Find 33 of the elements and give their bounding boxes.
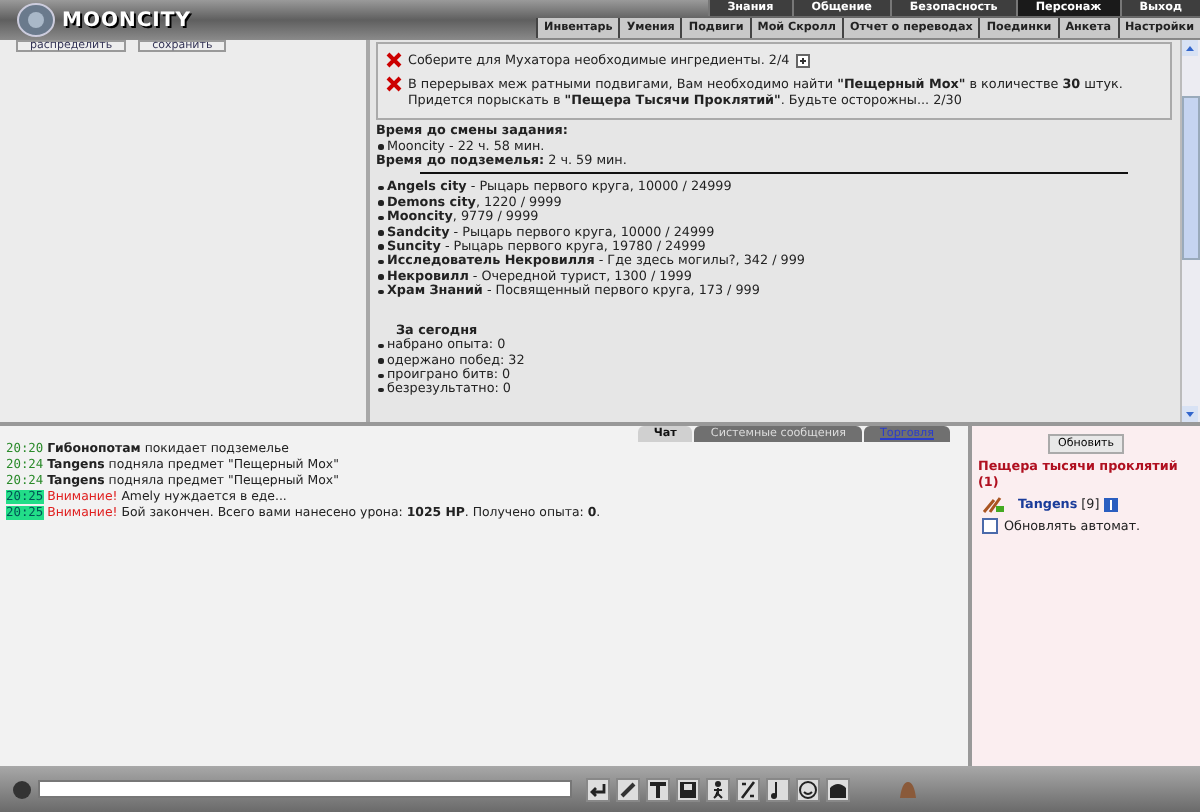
bullet-icon — [378, 274, 383, 280]
checkbox[interactable] — [982, 518, 998, 534]
fighters-icon — [982, 494, 1006, 514]
bullet-icon — [378, 200, 383, 206]
scroll-down-icon[interactable] — [1182, 406, 1198, 422]
scrollbar[interactable] — [1180, 40, 1200, 422]
smile-icon[interactable] — [796, 777, 820, 801]
chat-input[interactable] — [38, 780, 572, 798]
bullet-icon — [378, 185, 383, 191]
enter-icon[interactable] — [586, 777, 610, 801]
person-icon[interactable] — [706, 777, 730, 801]
logo-text: MOONCITY — [62, 9, 191, 31]
bullet-icon — [378, 230, 383, 236]
helmet-icon[interactable] — [826, 777, 850, 801]
bullet-icon — [378, 215, 383, 221]
scroll-up-icon[interactable] — [1182, 40, 1198, 56]
pencil-icon[interactable] — [616, 777, 640, 801]
cross-icon — [386, 52, 402, 68]
bullet-icon — [378, 373, 383, 379]
disk-icon[interactable] — [676, 777, 700, 801]
bullet-icon — [378, 358, 383, 364]
bullet-icon — [378, 343, 383, 349]
bullet-icon — [378, 387, 383, 393]
cross-icon — [386, 76, 402, 92]
bullet-icon — [378, 244, 383, 250]
head-icon[interactable] — [12, 779, 32, 799]
bullet-icon — [378, 289, 383, 295]
expand-icon[interactable] — [795, 54, 810, 68]
info-icon[interactable] — [1103, 497, 1118, 511]
note-icon[interactable] — [766, 777, 790, 801]
emblem-icon — [16, 2, 56, 38]
bullet-icon — [378, 259, 383, 265]
bullet-icon — [378, 144, 383, 150]
